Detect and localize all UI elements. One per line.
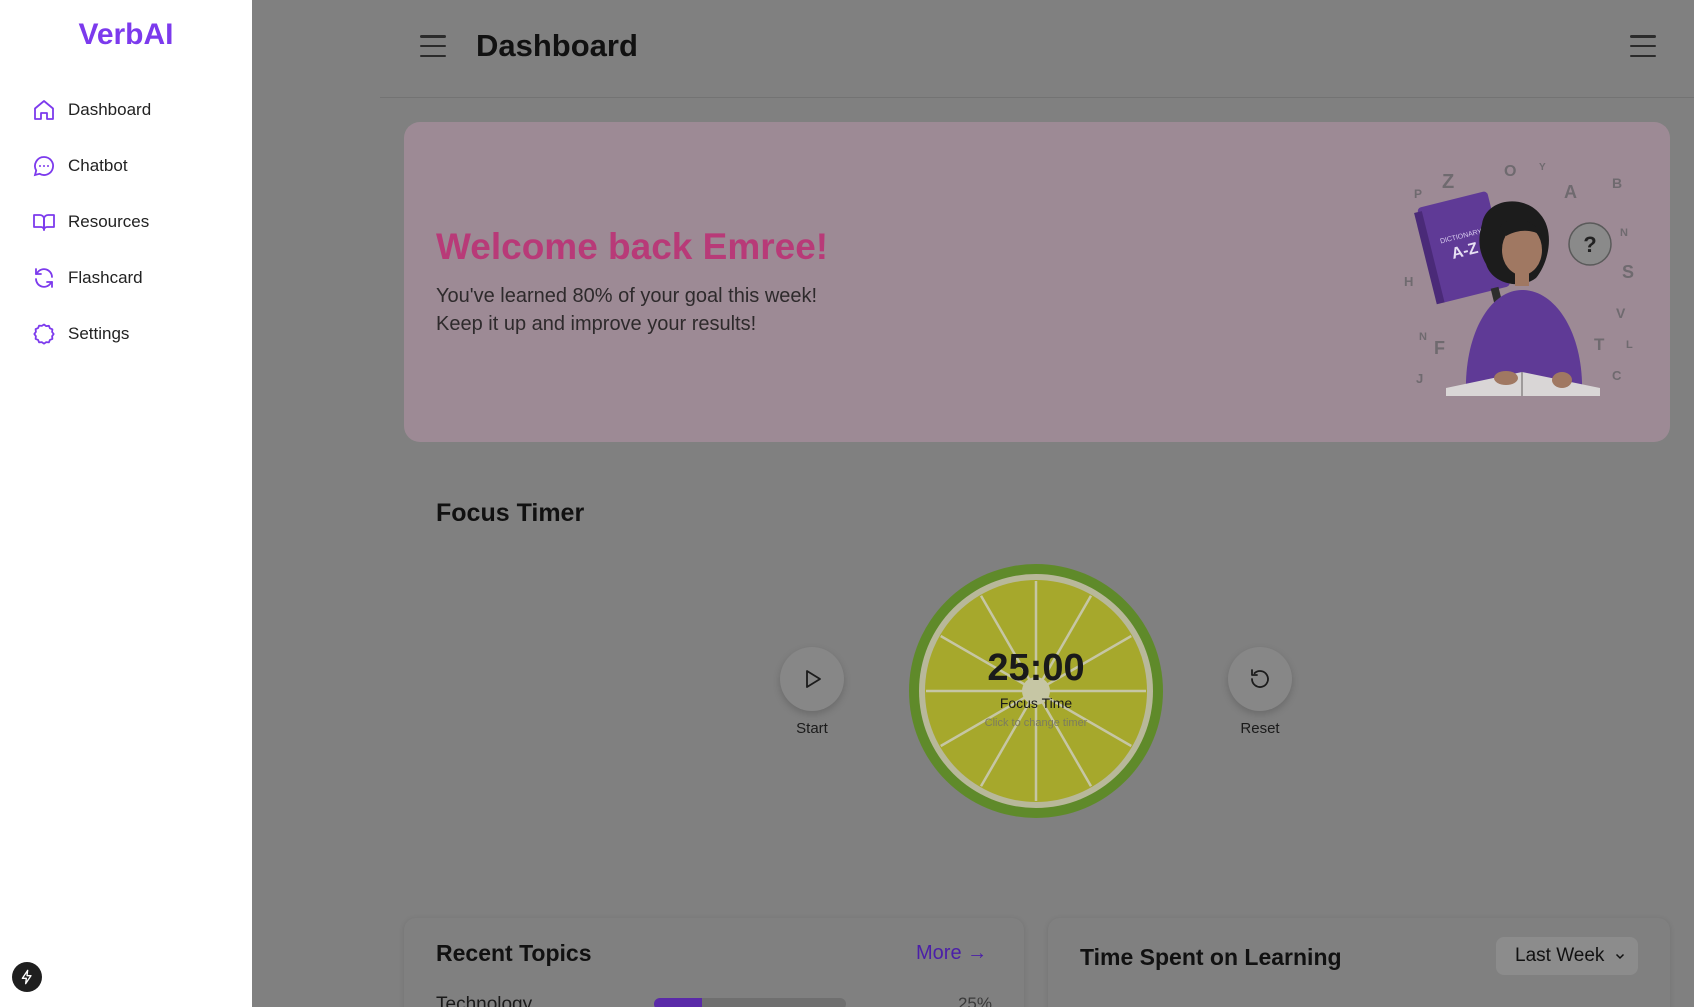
time-range-select[interactable]: Last Week [1496, 937, 1638, 975]
timer-start-label: Start [796, 720, 828, 737]
time-spent-card: Time Spent on Learning Last Week [1048, 918, 1670, 1007]
svg-text:T: T [1594, 335, 1605, 354]
reset-icon [1251, 669, 1269, 688]
lightning-icon [21, 969, 32, 985]
play-icon [806, 670, 821, 688]
focus-timer-title: Focus Timer [436, 499, 585, 527]
menu-icon-bar [1630, 44, 1656, 48]
chevron-down-icon [1615, 953, 1625, 960]
page-title: Dashboard [476, 28, 638, 63]
svg-text:Y: Y [1539, 162, 1546, 173]
svg-text:N: N [1419, 331, 1427, 343]
time-range-value: Last Week [1515, 945, 1605, 966]
sidebar-nav: Dashboard Chatbot Resources Flashcard Se… [0, 82, 252, 362]
menu-icon-bar [1630, 35, 1656, 38]
sidebar-item-flashcard[interactable]: Flashcard [0, 250, 252, 306]
svg-text:B: B [1612, 175, 1622, 191]
topic-progress-bar [654, 998, 846, 1007]
timer-reset-label: Reset [1240, 720, 1280, 737]
menu-icon-bar [420, 54, 446, 57]
timer-reset-button[interactable] [1228, 647, 1292, 711]
menu-icon-bar [420, 44, 446, 48]
book-icon [33, 214, 55, 231]
svg-text:C: C [1612, 368, 1622, 383]
sidebar-item-label: Flashcard [68, 268, 143, 287]
top-bar: Dashboard [380, 0, 1694, 98]
lime-slice-graphic [909, 564, 1163, 818]
svg-text:L: L [1626, 339, 1633, 351]
svg-text:F: F [1434, 338, 1445, 358]
menu-icon-bar [420, 35, 446, 38]
sidebar-item-label: Settings [68, 324, 130, 343]
time-spent-title: Time Spent on Learning [1080, 944, 1342, 970]
welcome-progress-text: You've learned 80% of your goal this wee… [436, 285, 818, 307]
svg-text:V: V [1616, 305, 1626, 321]
options-menu-button[interactable] [1630, 35, 1656, 57]
menu-toggle-button[interactable] [420, 35, 446, 57]
svg-text:H: H [1404, 274, 1413, 289]
sidebar-item-resources[interactable]: Resources [0, 194, 252, 250]
recent-topics-card: Recent Topics More → Technology 25% [404, 918, 1024, 1007]
sidebar-item-chatbot[interactable]: Chatbot [0, 138, 252, 194]
menu-icon-bar [1630, 54, 1656, 57]
refresh-icon [35, 268, 53, 288]
quick-action-button[interactable] [12, 962, 42, 992]
svg-text:O: O [1504, 163, 1516, 180]
timer-time-display: 25:00 [987, 647, 1085, 689]
sidebar: VerbAI Dashboard Chatbot Resources Flash… [0, 0, 252, 1007]
svg-text:Z: Z [1442, 171, 1454, 193]
sidebar-item-settings[interactable]: Settings [0, 306, 252, 362]
student-reading-illustration: ZO AB PH NJ SV TL CF NY ? DICTIONARY A-Z [1404, 162, 1634, 396]
sidebar-item-label: Resources [68, 212, 150, 231]
svg-text:S: S [1622, 262, 1634, 282]
gear-icon [33, 323, 55, 345]
timer-change-hint: Click to change timer [984, 717, 1088, 729]
sidebar-item-label: Chatbot [68, 156, 128, 175]
topic-progress-fill [654, 998, 702, 1007]
svg-text:A: A [1564, 182, 1577, 202]
topic-name: Technology [436, 994, 533, 1007]
app-logo[interactable]: VerbAI [0, 18, 252, 52]
topic-row[interactable]: Technology 25% [436, 994, 992, 1007]
sidebar-item-label: Dashboard [68, 100, 152, 119]
sidebar-item-dashboard[interactable]: Dashboard [0, 82, 252, 138]
svg-text:P: P [1414, 187, 1422, 201]
chat-icon [33, 156, 54, 177]
svg-text:N: N [1620, 227, 1628, 239]
timer-mode-label: Focus Time [999, 695, 1073, 711]
topic-percent: 25% [957, 994, 992, 1007]
welcome-encouragement-text: Keep it up and improve your results! [436, 313, 757, 335]
main-content: Dashboard Welcome back Emree! You've lea… [252, 0, 1694, 1007]
recent-topics-title: Recent Topics [436, 940, 592, 966]
svg-text:?: ? [1583, 232, 1596, 257]
svg-text:J: J [1416, 371, 1423, 386]
recent-topics-more-link[interactable]: More → [916, 942, 987, 965]
welcome-title: Welcome back Emree! [436, 226, 829, 267]
home-icon [34, 100, 54, 120]
focus-timer-dial[interactable]: 25:00 Focus Time Click to change timer [908, 563, 1164, 819]
welcome-banner: Welcome back Emree! You've learned 80% o… [404, 122, 1670, 442]
timer-start-button[interactable] [780, 647, 844, 711]
